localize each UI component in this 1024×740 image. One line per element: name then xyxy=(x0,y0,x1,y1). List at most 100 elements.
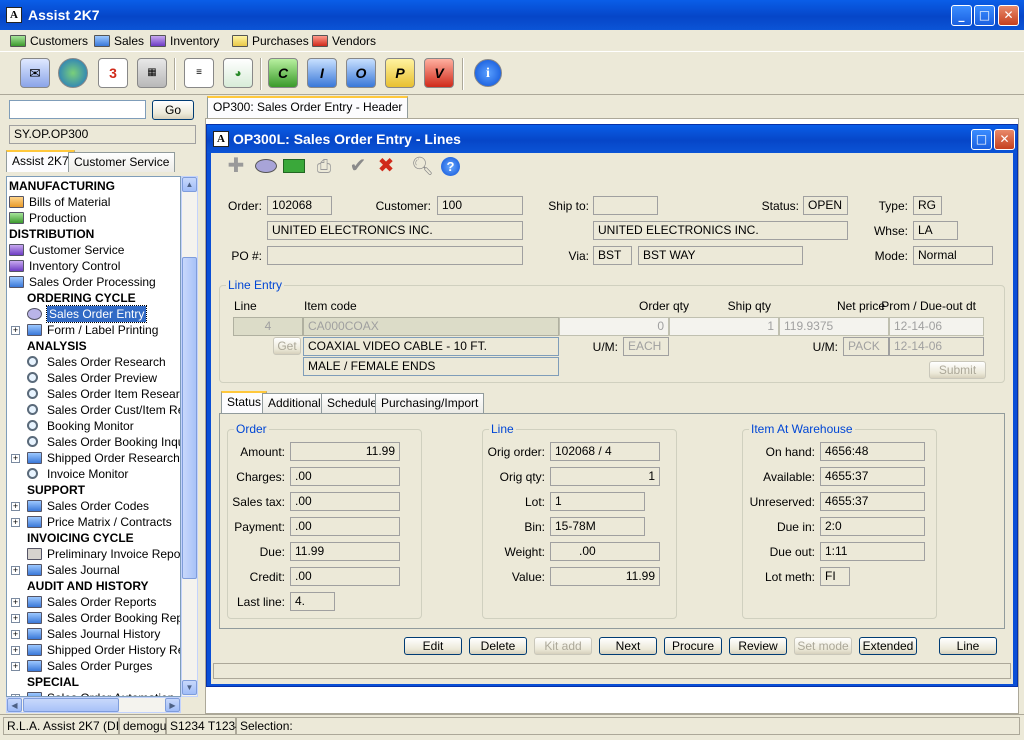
line-number-field[interactable]: 4 xyxy=(233,317,303,336)
expand-icon[interactable]: + xyxy=(11,614,20,623)
ship-qty-field[interactable]: 1 xyxy=(669,317,779,336)
ship-to-field[interactable] xyxy=(593,196,658,215)
green-bar-icon[interactable] xyxy=(283,159,305,173)
extended-button[interactable]: Extended xyxy=(859,637,917,655)
help-icon[interactable]: ? xyxy=(441,157,460,176)
toolbar-separator xyxy=(174,58,176,90)
customers-c-icon[interactable]: C xyxy=(268,58,298,88)
calendar-icon[interactable]: 3 xyxy=(98,58,128,88)
purchases-p-icon[interactable]: P xyxy=(385,58,415,88)
report-icon[interactable]: ≡ xyxy=(184,58,214,88)
tab-schedule[interactable]: Schedule xyxy=(321,393,384,413)
line-entry-title: Line Entry xyxy=(226,278,285,292)
expand-icon[interactable]: + xyxy=(11,630,20,639)
scroll-down-icon[interactable]: ▼ xyxy=(182,680,197,695)
warehouse-label: Whse: xyxy=(873,224,908,238)
expand-icon[interactable]: + xyxy=(11,326,20,335)
accept-check-icon[interactable]: ✔ xyxy=(347,155,369,177)
delete-button[interactable]: Delete xyxy=(469,637,527,655)
chart-report-icon[interactable]: ◕ xyxy=(223,58,253,88)
add-icon[interactable]: ✚ xyxy=(225,155,247,177)
print-icon[interactable]: ⎙ xyxy=(313,155,335,177)
menu-label: Customers xyxy=(30,34,89,48)
tab-assist-2k7[interactable]: Assist 2K7 xyxy=(6,150,75,172)
due-out-date-field: 12-14-06 xyxy=(889,337,984,356)
line-button[interactable]: Line xyxy=(939,637,997,655)
maximize-button[interactable]: □ xyxy=(971,129,992,150)
set-mode-button[interactable]: Set mode xyxy=(794,637,852,655)
po-field[interactable] xyxy=(267,246,523,265)
close-button[interactable]: ✕ xyxy=(994,129,1015,150)
mail-icon[interactable]: ✉ xyxy=(20,58,50,88)
item-code-field[interactable]: CA000COAX xyxy=(303,317,559,336)
menu-purchases[interactable]: Purchases xyxy=(230,32,309,50)
vendors-v-icon[interactable]: V xyxy=(424,58,454,88)
folder-icon xyxy=(27,628,42,640)
globe-icon[interactable] xyxy=(58,58,88,88)
scroll-right-icon[interactable]: ▶ xyxy=(165,698,180,712)
tab-additional[interactable]: Additional xyxy=(262,393,327,413)
minimize-button[interactable]: _ xyxy=(951,5,972,26)
submit-button[interactable]: Submit xyxy=(929,361,986,379)
menu-inventory[interactable]: Inventory xyxy=(148,32,219,50)
expand-icon[interactable]: + xyxy=(11,454,20,463)
column-net-price: Net price xyxy=(836,299,885,313)
tree-item-label: MANUFACTURING xyxy=(9,179,115,193)
folder-icon xyxy=(232,35,248,47)
order-qty-field[interactable]: 0 xyxy=(559,317,669,336)
tab-purchasing-import[interactable]: Purchasing/Import xyxy=(375,393,485,413)
maximize-button[interactable]: □ xyxy=(974,5,995,26)
order-field[interactable]: 102068 xyxy=(267,196,332,215)
cancel-x-icon[interactable]: ✖ xyxy=(375,155,397,177)
kit-add-button[interactable]: Kit add xyxy=(534,637,592,655)
tab-order-header[interactable]: OP300: Sales Order Entry - Header xyxy=(207,96,409,118)
scroll-left-icon[interactable]: ◀ xyxy=(7,698,22,712)
search-icon[interactable]: 🔍︎ xyxy=(411,155,434,177)
expand-icon[interactable]: + xyxy=(11,662,20,671)
um-label-2: U/M: xyxy=(812,340,838,354)
get-button[interactable]: Get xyxy=(273,337,301,355)
order-group-title: Order xyxy=(234,422,269,436)
go-button[interactable]: Go xyxy=(152,100,194,120)
prom-date-field[interactable]: 12-14-06 xyxy=(889,317,984,336)
folder-icon xyxy=(9,244,24,256)
tree-item-label: Price Matrix / Contracts xyxy=(47,515,172,529)
customer-field[interactable]: 100 xyxy=(437,196,523,215)
expand-icon[interactable]: + xyxy=(11,502,20,511)
info-icon[interactable]: i xyxy=(474,59,502,87)
expand-icon[interactable]: + xyxy=(11,518,20,527)
procure-button[interactable]: Procure xyxy=(664,637,722,655)
tab-customer-service[interactable]: Customer Service xyxy=(68,152,176,172)
via-code-field[interactable]: BST xyxy=(593,246,632,265)
close-button[interactable]: ✕ xyxy=(998,5,1019,26)
orders-o-icon[interactable]: O xyxy=(346,58,376,88)
next-button[interactable]: Next xyxy=(599,637,657,655)
expand-icon[interactable]: + xyxy=(11,598,20,607)
edit-button[interactable]: Edit xyxy=(404,637,462,655)
expand-icon[interactable]: + xyxy=(11,566,20,575)
tree-horizontal-scrollbar[interactable]: ◀ ▶ xyxy=(6,697,181,713)
scroll-up-icon[interactable]: ▲ xyxy=(182,177,197,192)
calculator-icon[interactable]: ▦ xyxy=(137,58,167,88)
expand-icon[interactable]: + xyxy=(11,646,20,655)
net-price-field[interactable]: 119.9375 xyxy=(779,317,889,336)
menu-vendors[interactable]: Vendors xyxy=(310,32,376,50)
tree-item-label: Sales Order Booking Report xyxy=(47,611,181,625)
eraser-icon[interactable] xyxy=(255,159,277,173)
tab-status[interactable]: Status xyxy=(221,391,268,413)
menu-customers[interactable]: Customers xyxy=(8,32,88,50)
value-label: Value: xyxy=(511,570,545,584)
item-description-1: COAXIAL VIDEO CABLE - 10 FT. xyxy=(303,337,559,356)
scroll-thumb[interactable] xyxy=(23,698,119,712)
review-button[interactable]: Review xyxy=(729,637,787,655)
column-ship-qty: Ship qty xyxy=(727,299,771,313)
tree-vertical-scrollbar[interactable]: ▲ ▼ xyxy=(181,176,198,697)
menu-sales[interactable]: Sales xyxy=(92,32,144,50)
folder-icon xyxy=(27,564,42,576)
search-input[interactable] xyxy=(9,100,146,119)
folder-icon xyxy=(27,596,42,608)
folder-icon xyxy=(312,35,328,47)
inventory-i-icon[interactable]: I xyxy=(307,58,337,88)
status-bar: R.L.A. Assist 2K7 (DIV) demogui S1234 T1… xyxy=(0,714,1024,740)
scroll-thumb[interactable] xyxy=(182,257,197,579)
